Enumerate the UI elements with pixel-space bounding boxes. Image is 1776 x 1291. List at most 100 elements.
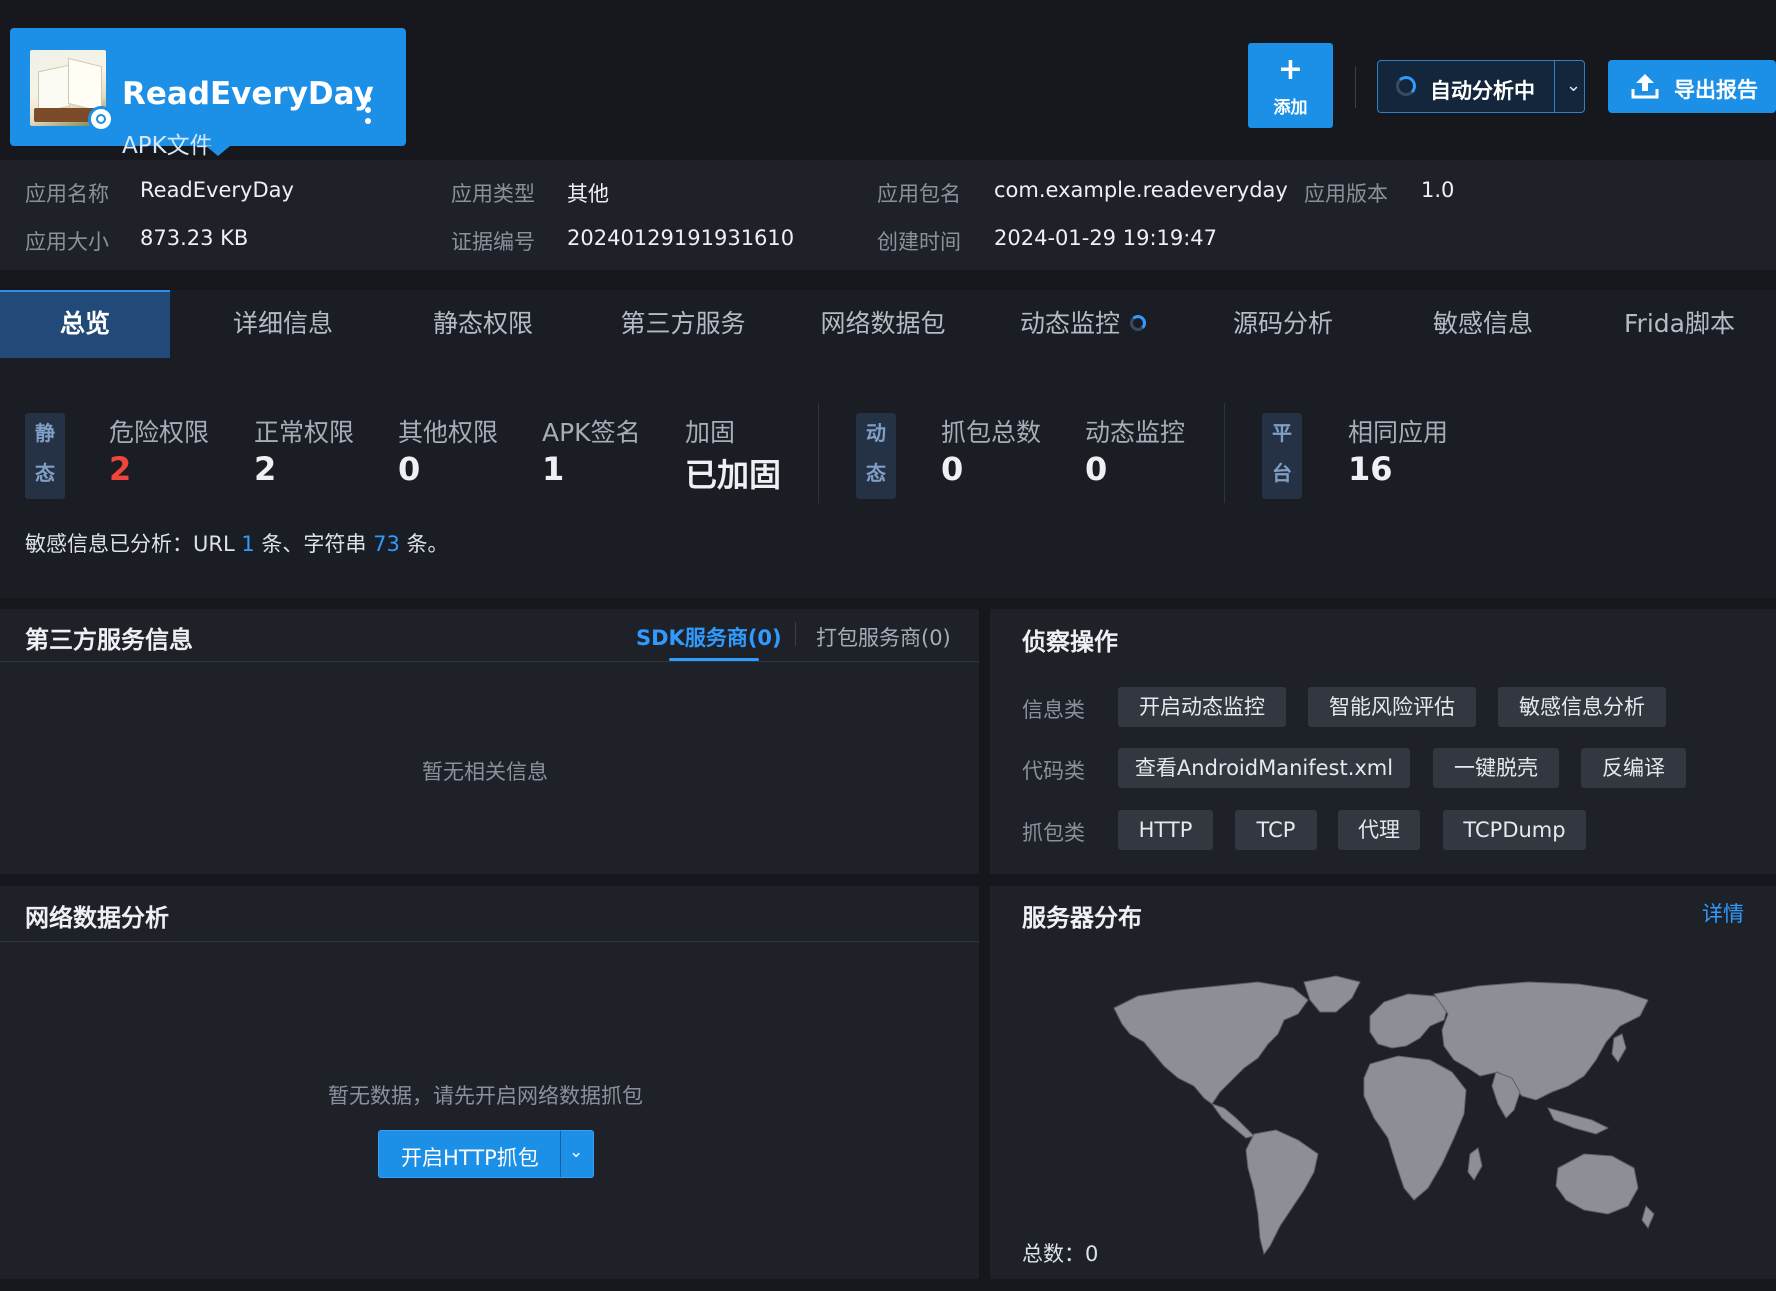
tab-frida-script[interactable]: Frida脚本 (1583, 290, 1776, 358)
loading-spinner-icon (1130, 315, 1146, 331)
risk-assessment-button[interactable]: 智能风险评估 (1308, 687, 1476, 727)
server-detail-link[interactable]: 详情 (1702, 898, 1744, 928)
platform-tag: 平 台 (1262, 413, 1302, 499)
app-name: ReadEveryDay (122, 76, 374, 112)
chevron-down-icon[interactable]: ⌄ (1566, 75, 1581, 96)
info-val-app-type: 其他 (567, 182, 609, 206)
http-capture-label: 开启HTTP抓包 (401, 1146, 539, 1170)
map-europe (1369, 993, 1449, 1049)
dynamic-monitor-label: 动态监控 (1085, 418, 1186, 447)
danger-perm-value[interactable]: 2 (109, 450, 131, 488)
tab-details[interactable]: 详细信息 (183, 290, 383, 358)
tab-static-permissions[interactable]: 静态权限 (383, 290, 583, 358)
auto-analysis-button[interactable]: 自动分析中 ⌄ (1377, 60, 1585, 113)
string-count[interactable]: 73 (373, 532, 400, 556)
url-count[interactable]: 1 (241, 532, 254, 556)
http-capture-button[interactable]: HTTP (1118, 810, 1213, 850)
map-new-zealand (1641, 1205, 1655, 1229)
tag-char: 态 (35, 461, 55, 485)
info-val-package: com.example.readeveryday (994, 178, 1288, 202)
same-app-label: 相同应用 (1348, 418, 1449, 447)
danger-perm-label: 危险权限 (109, 418, 210, 447)
tab-network-packets[interactable]: 网络数据包 (783, 290, 983, 358)
same-app-value[interactable]: 16 (1348, 450, 1393, 488)
sensitive-mid: 条、字符串 (254, 532, 374, 556)
stats-divider (1224, 403, 1225, 503)
static-tag: 静 态 (25, 413, 65, 499)
tab-bar: 总览 详细信息 静态权限 第三方服务 网络数据包 动态监控 源码分析 敏感信息 … (0, 290, 1776, 358)
chevron-down-icon[interactable]: ⌄ (569, 1142, 583, 1162)
export-report-label: 导出报告 (1674, 78, 1758, 102)
harden-value[interactable]: 已加固 (685, 450, 781, 496)
tag-char: 台 (1272, 461, 1292, 485)
tab-pack-providers[interactable]: 打包服务商(0) (816, 622, 951, 652)
tab-label: 动态监控 (1019, 309, 1120, 338)
app-info-panel: 应用名称 ReadEveryDay 应用类型 其他 应用包名 com.examp… (0, 160, 1776, 270)
normal-perm-value[interactable]: 2 (254, 450, 276, 488)
info-val-evidence: 20240129191931610 (567, 226, 795, 250)
other-perm-label: 其他权限 (398, 418, 499, 447)
map-se-asia (1547, 1107, 1610, 1135)
capture-total-label: 抓包总数 (941, 418, 1042, 447)
dynamic-monitor-value[interactable]: 0 (1085, 450, 1107, 488)
map-central-america (1210, 1103, 1255, 1139)
plus-icon: + (1277, 52, 1304, 87)
info-key-app-type: 应用类型 (451, 182, 535, 206)
panel-divider (0, 941, 979, 942)
tab-dynamic-monitor[interactable]: 动态监控 (983, 290, 1183, 358)
tab-sensitive-info[interactable]: 敏感信息 (1383, 290, 1583, 358)
map-south-america (1245, 1129, 1319, 1256)
server-title: 服务器分布 (1022, 904, 1142, 932)
tab-label: 总览 (59, 309, 110, 338)
info-ops-label: 信息类 (1022, 698, 1085, 722)
sensitive-analysis-button[interactable]: 敏感信息分析 (1498, 687, 1666, 727)
tab-third-party[interactable]: 第三方服务 (583, 290, 783, 358)
more-options-icon[interactable] (362, 96, 374, 136)
start-dynamic-monitor-button[interactable]: 开启动态监控 (1118, 687, 1286, 727)
map-greenland (1303, 975, 1361, 1013)
stats-divider (818, 403, 819, 503)
info-val-version: 1.0 (1421, 178, 1455, 202)
capture-total-value[interactable]: 0 (941, 450, 963, 488)
add-button[interactable]: + 添加 (1248, 43, 1333, 128)
info-key-package: 应用包名 (877, 182, 961, 206)
app-card[interactable]: ReadEveryDay APK文件 (10, 28, 406, 159)
view-manifest-button[interactable]: 查看AndroidManifest.xml (1118, 748, 1410, 788)
tag-char: 静 (35, 421, 55, 445)
split-divider (560, 1131, 561, 1177)
proxy-button[interactable]: 代理 (1338, 810, 1420, 850)
tab-label: 静态权限 (432, 309, 533, 338)
tab-overview[interactable]: 总览 (0, 290, 170, 358)
tab-label: 第三方服务 (620, 309, 746, 338)
sensitive-suffix: 条。 (399, 532, 449, 556)
tcp-capture-button[interactable]: TCP (1235, 810, 1317, 850)
info-val-app-name: ReadEveryDay (140, 178, 294, 202)
map-madagascar (1467, 1147, 1483, 1181)
tag-char: 动 (866, 421, 886, 445)
info-val-size: 873.23 KB (140, 226, 249, 250)
tab-label: 网络数据包 (820, 309, 946, 338)
sensitive-prefix: 敏感信息已分析：URL (25, 532, 242, 556)
network-title: 网络数据分析 (25, 904, 169, 932)
decompile-button[interactable]: 反编译 (1581, 748, 1686, 788)
harden-label: 加固 (685, 418, 736, 447)
other-perm-value[interactable]: 0 (398, 450, 420, 488)
info-key-size: 应用大小 (25, 230, 109, 254)
tab-sdk-providers[interactable]: SDK服务商(0) (636, 622, 782, 652)
upload-icon (1631, 74, 1659, 99)
apk-sign-value[interactable]: 1 (542, 450, 564, 488)
tab-source-analysis[interactable]: 源码分析 (1183, 290, 1383, 358)
third-party-title: 第三方服务信息 (25, 626, 193, 654)
tcpdump-button[interactable]: TCPDump (1443, 810, 1586, 850)
app-file-type: APK文件 (122, 133, 213, 159)
info-key-created: 创建时间 (877, 230, 961, 254)
unpack-button[interactable]: 一键脱壳 (1433, 748, 1559, 788)
world-map[interactable] (1108, 968, 1658, 1258)
network-empty-text: 暂无数据，请先开启网络数据抓包 (328, 1084, 643, 1108)
server-total: 总数：0 (1022, 1242, 1099, 1266)
export-report-button[interactable]: 导出报告 (1608, 60, 1776, 113)
normal-perm-label: 正常权限 (254, 418, 355, 447)
panel-divider (0, 661, 979, 662)
start-http-capture-button[interactable]: 开启HTTP抓包 ⌄ (378, 1130, 594, 1178)
tab-label: Frida脚本 (1624, 309, 1735, 338)
